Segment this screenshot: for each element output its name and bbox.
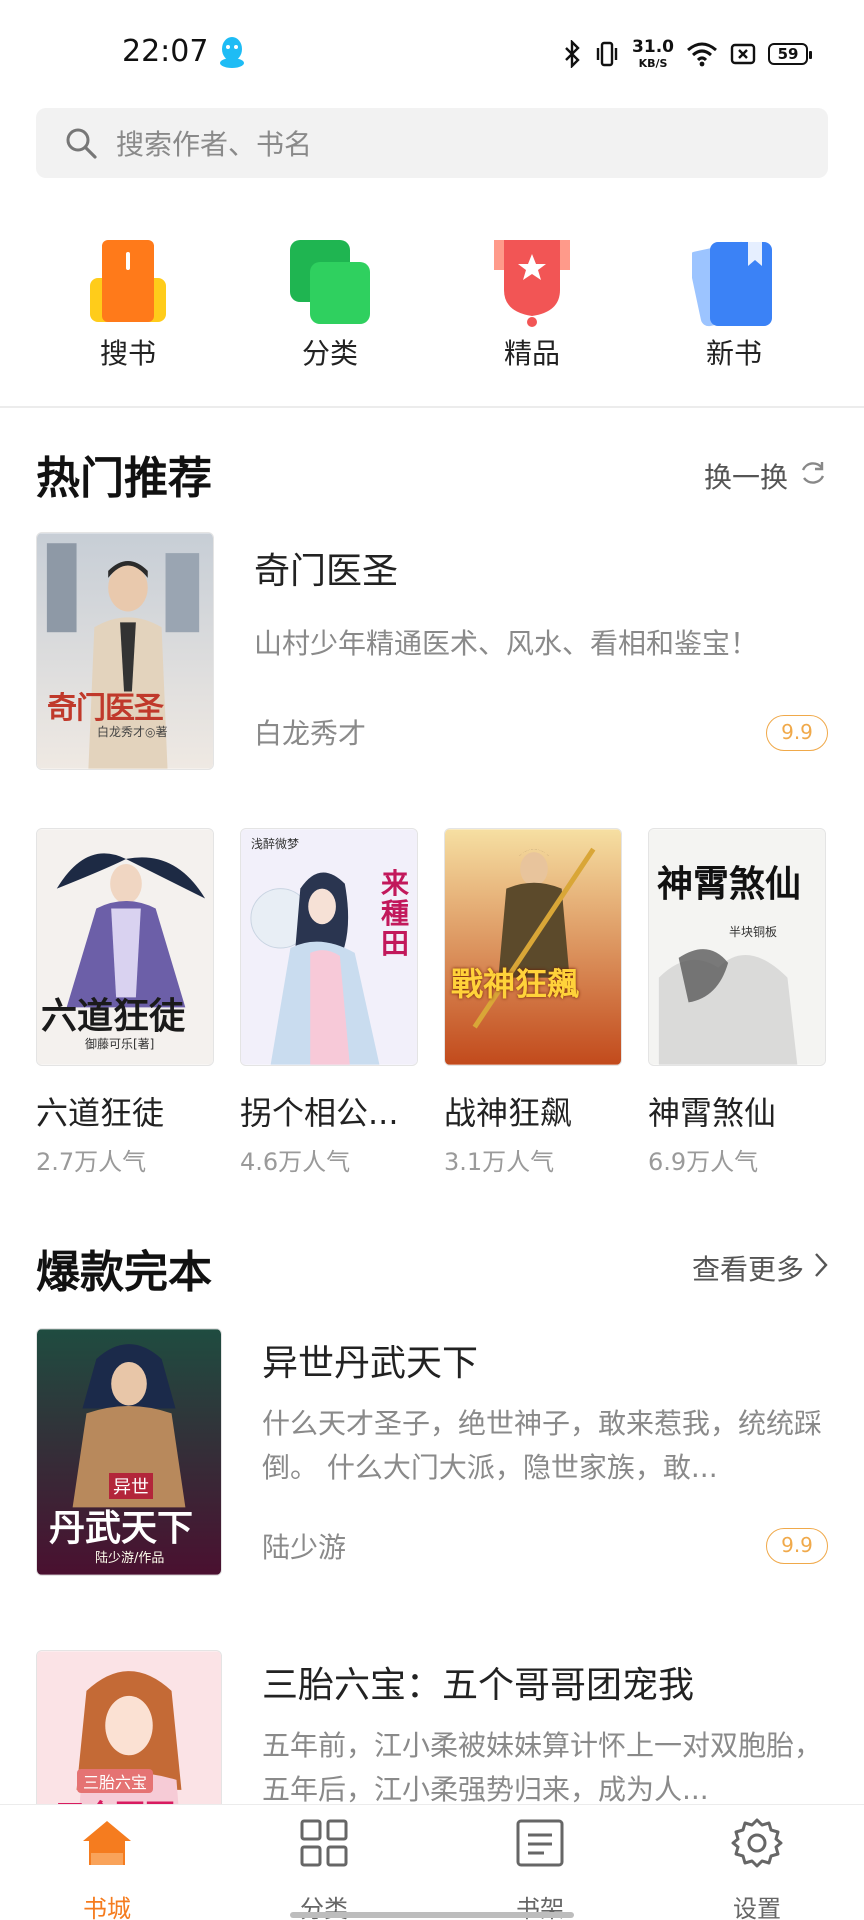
featured-book-desc: 山村少年精通医术、风水、看相和鉴宝！ — [254, 627, 759, 660]
search-icon — [64, 126, 98, 160]
book-cover[interactable]: 戰神狂飆 — [444, 828, 622, 1066]
cover-author: 御藤可乐[著] — [85, 1037, 155, 1051]
nav-item-category[interactable]: 分类 — [254, 1811, 394, 1920]
score-badge: 9.9 — [766, 715, 828, 751]
refresh-icon — [798, 458, 828, 495]
wifi-icon — [686, 41, 718, 67]
book-desc: 五年前，江小柔被妹妹算计怀上一对双胞胎，五年后，江小柔强势归来，成为人... — [262, 1729, 823, 1804]
divider — [0, 406, 864, 408]
cover-title: 神霄煞仙 — [657, 863, 802, 905]
book-cover[interactable]: 异世 丹武天下 陆少游/作品 — [36, 1328, 222, 1576]
quick-entries: 搜书 分类 精品 新书 — [0, 224, 864, 370]
quick-entry-category[interactable]: 分类 — [260, 224, 400, 370]
gear-icon — [731, 1818, 783, 1868]
cover-title: 三胎六宝 — [77, 1769, 154, 1793]
complete-section-title: 爆款完本 — [36, 1247, 212, 1298]
featured-book-author: 白龙秀才 — [254, 717, 367, 750]
cover-title: 戰神狂飆 — [451, 965, 580, 1003]
grid-book-title[interactable]: 六道狂徒 — [36, 1088, 216, 1134]
quick-entry-new-book[interactable]: 新书 — [664, 224, 804, 370]
book-cover[interactable]: 神霄煞仙 半块铜板 — [648, 828, 826, 1066]
hot-section-title: 热门推荐 — [36, 453, 212, 504]
premium-icon — [490, 232, 574, 332]
nav-label: 设置 — [733, 1895, 781, 1920]
quick-entry-label: 新书 — [705, 337, 762, 370]
quick-entry-label: 搜书 — [99, 337, 156, 370]
grid-book-title[interactable]: 战神狂飙 — [444, 1088, 624, 1134]
qq-icon — [218, 36, 246, 70]
search-book-icon — [86, 232, 170, 332]
quick-entry-search-book[interactable]: 搜书 — [58, 224, 198, 370]
grid-book-popularity: 6.9万人气 — [648, 1148, 759, 1176]
net-speed-unit: KB/S — [638, 57, 668, 70]
net-speed-value: 31.0 — [632, 37, 674, 57]
book-title[interactable]: 异世丹武天下 — [262, 1334, 478, 1386]
cover-title: 丹武天下 — [49, 1507, 194, 1549]
vibrate-icon — [594, 40, 620, 68]
grid-book-title[interactable]: 神霄煞仙 — [648, 1088, 828, 1134]
search-placeholder: 搜索作者、书名 — [116, 128, 313, 161]
grid-book-popularity: 4.6万人气 — [240, 1148, 351, 1176]
home-icon — [83, 1821, 131, 1865]
cover-author: 陆少游/作品 — [95, 1551, 165, 1566]
cover-author: 浅醉微梦 — [251, 837, 300, 851]
book-cover[interactable]: 奇门医圣 白龙秀才◎著 — [36, 532, 214, 770]
quick-entry-label: 精品 — [503, 337, 560, 370]
book-title[interactable]: 三胎六宝：五个哥哥团宠我 — [262, 1656, 694, 1708]
sim-off-icon — [730, 42, 756, 66]
cover-author: 半块铜板 — [729, 925, 778, 939]
nav-label: 书城 — [83, 1895, 131, 1920]
nav-item-bookstore[interactable]: 书城 — [37, 1811, 177, 1920]
bookshelf-icon — [516, 1819, 564, 1867]
grid-book-popularity: 2.7万人气 — [36, 1148, 147, 1176]
chevron-right-icon — [814, 1252, 828, 1285]
quick-entry-premium[interactable]: 精品 — [462, 224, 602, 370]
refresh-button[interactable]: 换一换 — [704, 456, 828, 496]
book-author: 陆少游 — [262, 1531, 347, 1564]
home-indicator[interactable] — [290, 1912, 574, 1918]
quick-entry-label: 分类 — [301, 337, 358, 370]
score-badge: 9.9 — [766, 1528, 828, 1564]
cover-subtitle: 异世 — [109, 1473, 153, 1499]
grid-book-title[interactable]: 拐个相公... — [240, 1088, 420, 1134]
book-cover[interactable]: 六道狂徒 御藤可乐[著] — [36, 828, 214, 1066]
new-book-icon — [688, 232, 776, 332]
bottom-nav: 书城 分类 书架 设置 — [0, 1804, 864, 1920]
book-cover[interactable]: 浅醉微梦 来種田 — [240, 828, 418, 1066]
view-more-button[interactable]: 查看更多 — [692, 1248, 828, 1288]
category-icon — [288, 232, 372, 332]
cover-title: 奇门医圣 — [47, 691, 164, 726]
book-desc: 什么天才圣子，绝世神子，敢来惹我，统统踩倒。 什么大门大派，隐世家族，敢... — [262, 1407, 823, 1484]
search-input[interactable]: 搜索作者、书名 — [36, 108, 828, 178]
refresh-label: 换一换 — [703, 461, 788, 494]
bluetooth-icon — [562, 40, 582, 68]
view-more-label: 查看更多 — [691, 1253, 804, 1286]
cover-title: 六道狂徒 — [41, 995, 186, 1037]
featured-book-title[interactable]: 奇门医圣 — [254, 542, 398, 594]
cover-author: 白龙秀才◎著 — [97, 725, 168, 739]
nav-item-bookshelf[interactable]: 书架 — [470, 1811, 610, 1920]
grid-book-popularity: 3.1万人气 — [444, 1148, 555, 1176]
grid-icon — [300, 1819, 348, 1867]
battery-icon: 59 — [768, 43, 812, 65]
status-bar: 22:07 31.0 KB/S 59 — [0, 0, 864, 104]
cover-title: 来種田 — [381, 867, 410, 960]
status-time: 22:07 — [122, 34, 209, 69]
net-speed: 31.0 KB/S — [632, 37, 674, 70]
nav-item-settings[interactable]: 设置 — [687, 1811, 827, 1920]
